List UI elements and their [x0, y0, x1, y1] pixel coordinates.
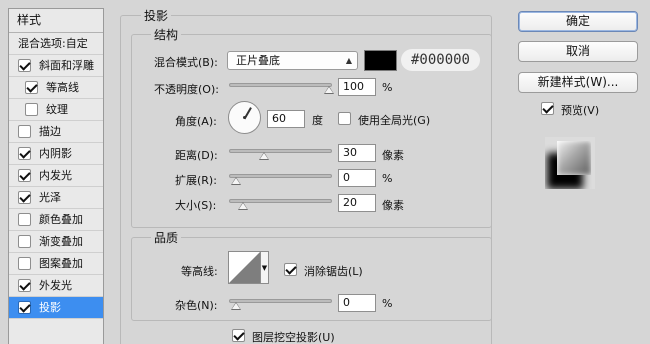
chevron-updown-icon: ▲: [345, 56, 352, 65]
size-slider-thumb[interactable]: [238, 202, 249, 210]
style-item-label: 图案叠加: [39, 257, 83, 270]
global-light-checkbox[interactable]: [338, 112, 351, 125]
contour-picker[interactable]: [228, 251, 261, 284]
distance-slider-track[interactable]: [229, 149, 332, 153]
drop-shadow-title: 投影: [141, 7, 172, 24]
style-item-2[interactable]: 等高线: [9, 77, 103, 99]
style-item-checkbox[interactable]: [18, 257, 31, 270]
distance-input[interactable]: 30: [338, 144, 376, 162]
style-item-4[interactable]: 描边: [9, 121, 103, 143]
spread-slider-thumb[interactable]: [231, 177, 241, 185]
style-item-label: 内阴影: [39, 147, 72, 160]
style-item-7[interactable]: 光泽: [9, 187, 103, 209]
style-item-label: 投影: [39, 301, 61, 314]
spread-unit: %: [382, 172, 393, 185]
distance-slider-thumb[interactable]: [258, 152, 269, 160]
spread-slider-track[interactable]: [229, 174, 332, 178]
anti-alias-label: 消除锯齿(L): [304, 265, 363, 278]
blend-mode-value: 正片叠底: [236, 54, 280, 67]
style-item-3[interactable]: 纹理: [9, 99, 103, 121]
style-item-checkbox[interactable]: [25, 81, 38, 94]
style-item-9[interactable]: 渐变叠加: [9, 231, 103, 253]
style-item-checkbox[interactable]: [18, 301, 31, 314]
color-hex-badge: #000000: [401, 49, 480, 71]
distance-label: 距离(D):: [175, 149, 218, 162]
style-list: 样式 混合选项:自定 斜面和浮雕等高线纹理描边内阴影内发光光泽颜色叠加渐变叠加图…: [8, 8, 104, 344]
noise-unit: %: [382, 297, 393, 310]
angle-input[interactable]: 60: [267, 110, 305, 128]
preview-label: 预览(V): [561, 104, 600, 117]
noise-slider-thumb[interactable]: [231, 302, 241, 310]
shadow-color-swatch[interactable]: [364, 50, 397, 71]
opacity-unit: %: [382, 81, 393, 94]
cancel-button[interactable]: 取消: [518, 41, 638, 62]
noise-input[interactable]: 0: [338, 294, 376, 312]
noise-slider-track[interactable]: [229, 299, 332, 303]
opacity-label: 不透明度(O):: [154, 83, 219, 96]
knockout-label: 图层挖空投影(U): [252, 331, 335, 344]
anti-alias-checkbox[interactable]: [284, 263, 297, 276]
style-item-label: 外发光: [39, 279, 72, 292]
style-item-label: 纹理: [46, 103, 68, 116]
global-light-label: 使用全局光(G): [358, 114, 431, 127]
new-style-button[interactable]: 新建样式(W)...: [518, 72, 638, 93]
blend-options-item[interactable]: 混合选项:自定: [9, 33, 103, 55]
spread-label: 扩展(R):: [175, 174, 217, 187]
opacity-slider-thumb[interactable]: [324, 86, 334, 94]
style-item-checkbox[interactable]: [18, 59, 31, 72]
style-item-label: 描边: [39, 125, 61, 138]
style-preview-thumbnail: [545, 137, 595, 189]
size-unit: 像素: [382, 199, 404, 212]
style-item-checkbox[interactable]: [18, 191, 31, 204]
style-item-12[interactable]: 投影: [9, 297, 103, 319]
contour-curve-icon: [229, 252, 260, 283]
contour-label: 等高线:: [181, 265, 218, 278]
style-item-label: 渐变叠加: [39, 235, 83, 248]
style-item-8[interactable]: 颜色叠加: [9, 209, 103, 231]
style-item-checkbox[interactable]: [18, 235, 31, 248]
angle-dial[interactable]: [228, 101, 261, 134]
style-item-label: 内发光: [39, 169, 72, 182]
distance-unit: 像素: [382, 149, 404, 162]
size-input[interactable]: 20: [338, 194, 376, 212]
noise-label: 杂色(N):: [175, 299, 218, 312]
style-item-10[interactable]: 图案叠加: [9, 253, 103, 275]
angle-label: 角度(A):: [175, 115, 217, 128]
preview-checkbox[interactable]: [541, 102, 554, 115]
contour-dropdown-arrow[interactable]: ▼: [261, 251, 269, 284]
preview-bevel-square: [557, 141, 591, 175]
opacity-input[interactable]: 100: [338, 78, 376, 96]
style-item-checkbox[interactable]: [18, 169, 31, 182]
style-item-checkbox[interactable]: [18, 147, 31, 160]
style-item-checkbox[interactable]: [18, 213, 31, 226]
chevron-down-icon: ▼: [261, 264, 268, 272]
style-item-checkbox[interactable]: [18, 125, 31, 138]
style-item-6[interactable]: 内发光: [9, 165, 103, 187]
style-list-header: 样式: [9, 9, 103, 33]
angle-dial-center: [243, 116, 246, 119]
style-item-11[interactable]: 外发光: [9, 275, 103, 297]
ok-button[interactable]: 确定: [518, 11, 638, 32]
style-item-5[interactable]: 内阴影: [9, 143, 103, 165]
style-item-checkbox[interactable]: [18, 279, 31, 292]
structure-title: 结构: [151, 26, 182, 43]
style-item-label: 等高线: [46, 81, 79, 94]
style-item-label: 光泽: [39, 191, 61, 204]
style-item-label: 斜面和浮雕: [39, 59, 94, 72]
style-item-label: 颜色叠加: [39, 213, 83, 226]
size-label: 大小(S):: [175, 199, 217, 212]
style-item-1[interactable]: 斜面和浮雕: [9, 55, 103, 77]
style-item-checkbox[interactable]: [25, 103, 38, 116]
color-hex-value: #000000: [410, 52, 470, 68]
blend-mode-dropdown[interactable]: 正片叠底 ▲: [227, 51, 358, 70]
opacity-slider-track[interactable]: [229, 83, 332, 87]
quality-title: 品质: [151, 229, 182, 246]
spread-input[interactable]: 0: [338, 169, 376, 187]
blend-mode-label: 混合模式(B):: [154, 56, 218, 69]
angle-unit: 度: [312, 114, 323, 127]
knockout-checkbox[interactable]: [232, 329, 245, 342]
